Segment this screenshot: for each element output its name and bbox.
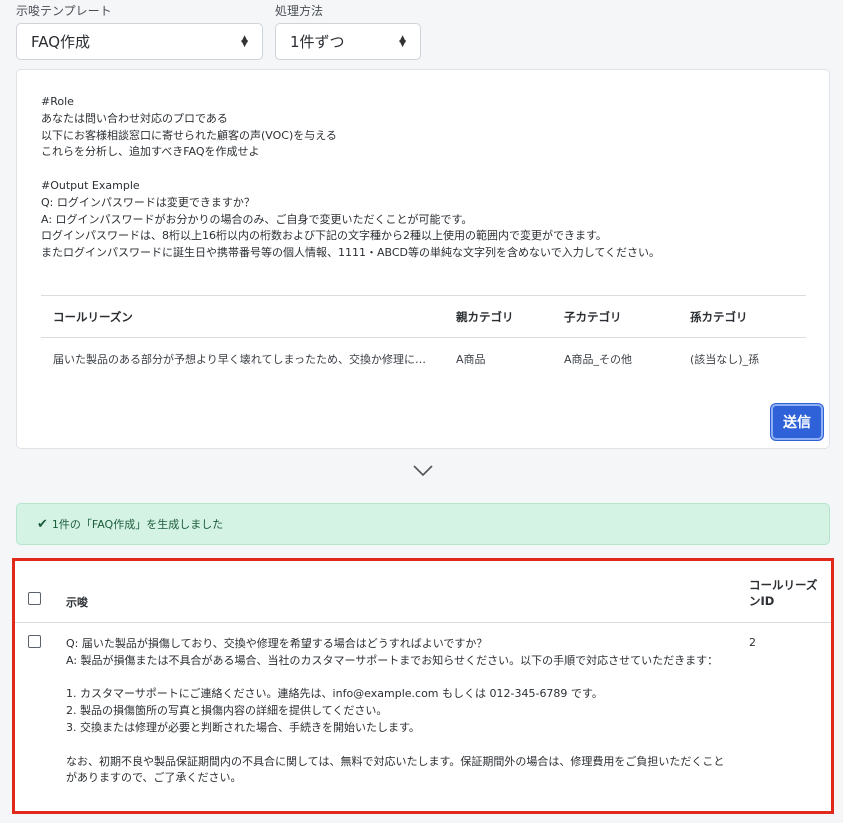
col-header-parent-category: 親カテゴリ	[456, 309, 514, 324]
call-reason-id: 2	[749, 636, 756, 649]
template-select[interactable]: FAQ作成 ▲ ▼	[16, 23, 263, 60]
prompt-card: #Role あなたは問い合わせ対応のプロである 以下にお客様相談窓口に寄せられた…	[16, 69, 830, 449]
cell-parent-category: A商品	[456, 353, 486, 366]
col-header-suggestion: 示唆	[66, 596, 88, 609]
col-header-call-reason-id: コールリーズンID	[749, 578, 818, 608]
result-table: 示唆 コールリーズンID Q: 届いた製品が損傷しており、交換や修理を希望する場…	[12, 558, 834, 814]
prompt-textarea[interactable]: #Role あなたは問い合わせ対応のプロである 以下にお客様相談窓口に寄せられた…	[41, 94, 811, 262]
select-caret-icon: ▲ ▼	[399, 33, 406, 49]
method-select-value: 1件ずつ	[290, 33, 345, 51]
alert-message: 1件の「FAQ作成」を生成しました	[51, 518, 224, 531]
template-label: 示唆テンプレート	[16, 4, 112, 18]
checkmark-icon: ✔	[37, 516, 48, 532]
select-all-checkbox[interactable]	[28, 592, 41, 605]
row-checkbox[interactable]	[28, 635, 41, 648]
cell-call-reason: 届いた製品のある部分が予想より早く壊れてしまったため、交換か修理に…	[53, 353, 427, 366]
result-table-header: 示唆 コールリーズンID	[15, 561, 831, 623]
chevron-down-icon[interactable]	[412, 462, 434, 478]
input-table: コールリーズン 親カテゴリ 子カテゴリ 孫カテゴリ 届いた製品のある部分が予想よ…	[41, 295, 806, 380]
col-header-child-category: 子カテゴリ	[564, 309, 622, 324]
success-alert: ✔ 1件の「FAQ作成」を生成しました	[16, 503, 830, 545]
template-select-value: FAQ作成	[31, 33, 91, 51]
table-row: 届いた製品のある部分が予想より早く壊れてしまったため、交換か修理に… A商品 A…	[41, 338, 806, 380]
suggestion-text: Q: 届いた製品が損傷しており、交換や修理を希望する場合はどうすればよいですか？…	[66, 637, 725, 785]
select-caret-icon: ▲ ▼	[241, 33, 248, 49]
cell-child-category: A商品_その他	[564, 353, 633, 366]
col-header-call-reason: コールリーズン	[53, 309, 133, 324]
method-select[interactable]: 1件ずつ ▲ ▼	[275, 23, 421, 60]
cell-grandchild-category: (該当なし)_孫	[690, 353, 760, 366]
input-table-header: コールリーズン 親カテゴリ 子カテゴリ 孫カテゴリ	[41, 296, 806, 338]
col-header-grandchild-category: 孫カテゴリ	[690, 309, 748, 324]
method-label: 処理方法	[275, 4, 324, 18]
send-button[interactable]: 送信	[771, 404, 823, 440]
